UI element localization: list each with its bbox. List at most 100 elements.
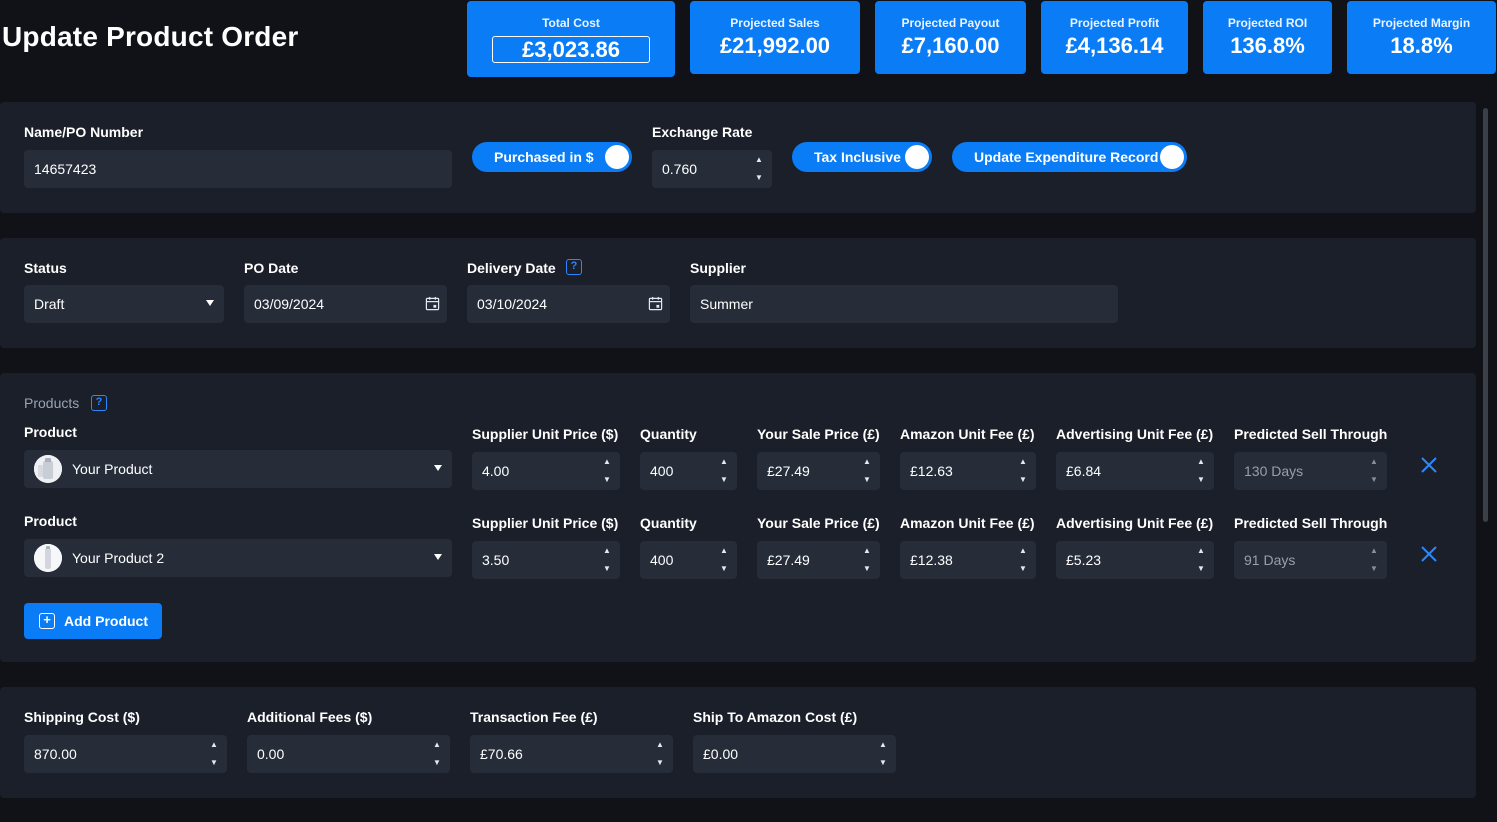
product-select[interactable]: Your Product 2 bbox=[24, 539, 452, 577]
kpi-value: 136.8% bbox=[1230, 33, 1305, 58]
name-po-input[interactable]: 14657423 bbox=[24, 150, 452, 188]
tax-inclusive-toggle[interactable]: Tax Inclusive bbox=[792, 142, 932, 172]
amazon-fee-input[interactable]: £12.38 ▲ ▼ bbox=[900, 541, 1036, 579]
transaction-fee-input[interactable]: £70.66 ▲ ▼ bbox=[470, 735, 673, 773]
products-card: Products ? Product Supplier Unit Price (… bbox=[0, 373, 1476, 662]
plus-icon: + bbox=[39, 613, 55, 629]
spinner-icon[interactable]: ▲ ▼ bbox=[1196, 458, 1206, 484]
transaction-fee-label: Transaction Fee (£) bbox=[470, 709, 598, 725]
supplier-unit-price-label: Supplier Unit Price ($) bbox=[472, 515, 619, 531]
spinner-icon[interactable]: ▲ ▼ bbox=[1018, 458, 1028, 484]
kpi-value: £3,023.86 bbox=[492, 35, 650, 63]
delivery-date-input[interactable]: 03/10/2024 bbox=[467, 285, 670, 323]
spinner-icon: ▲ ▼ bbox=[1370, 546, 1378, 573]
sell-through-input: 91 Days ▲ ▼ bbox=[1234, 541, 1387, 579]
spinner-icon[interactable]: ▲ ▼ bbox=[754, 156, 764, 182]
supplier-unit-price-label: Supplier Unit Price ($) bbox=[472, 426, 619, 442]
product-name: Your Product 2 bbox=[72, 550, 165, 566]
status-label: Status bbox=[24, 260, 67, 276]
field-value: £27.49 bbox=[767, 463, 810, 479]
details-card: Status Draft PO Date 03/09/2024 Delivery… bbox=[0, 238, 1476, 348]
kpi-value: 18.8% bbox=[1390, 33, 1453, 58]
quantity-label: Quantity bbox=[640, 515, 697, 531]
costs-card: Shipping Cost ($) 870.00 ▲ ▼ Additional F… bbox=[0, 687, 1476, 798]
shipping-cost-label: Shipping Cost ($) bbox=[24, 709, 140, 725]
purchased-in-usd-toggle[interactable]: Purchased in $ bbox=[472, 142, 632, 172]
kpi-label: Projected Payout bbox=[901, 16, 1000, 30]
close-icon[interactable] bbox=[1420, 545, 1438, 563]
field-value: 3.50 bbox=[482, 552, 510, 568]
sale-price-input[interactable]: £27.49 ▲ ▼ bbox=[757, 541, 880, 579]
ship-to-amazon-input[interactable]: £0.00 ▲ ▼ bbox=[693, 735, 896, 773]
sale-price-label: Your Sale Price (£) bbox=[757, 515, 880, 531]
spinner-icon[interactable]: ▲ ▼ bbox=[1196, 547, 1206, 573]
spinner-icon[interactable]: ▲ ▼ bbox=[432, 741, 442, 767]
quantity-input[interactable]: 400 ▲ ▼ bbox=[640, 452, 737, 490]
product-select[interactable]: Your Product bbox=[24, 450, 452, 488]
product-column-label: Product bbox=[24, 424, 77, 440]
po-date-input[interactable]: 03/09/2024 bbox=[244, 285, 447, 323]
spinner-icon[interactable]: ▲ ▼ bbox=[862, 547, 872, 573]
chevron-down-icon bbox=[434, 554, 442, 560]
calendar-icon[interactable] bbox=[425, 296, 440, 311]
order-card: Name/PO Number 14657423 Purchased in $ E… bbox=[0, 102, 1476, 213]
toggle-knob bbox=[905, 145, 929, 169]
advertising-fee-input[interactable]: £6.84 ▲ ▼ bbox=[1056, 452, 1214, 490]
field-value: 91 Days bbox=[1244, 552, 1296, 568]
kpi-projected-roi: Projected ROI 136.8% bbox=[1203, 1, 1332, 74]
spinner-icon[interactable]: ▲ ▼ bbox=[1018, 547, 1028, 573]
field-value: £0.00 bbox=[703, 746, 739, 762]
help-icon[interactable]: ? bbox=[91, 395, 107, 411]
amazon-fee-label: Amazon Unit Fee (£) bbox=[900, 515, 1035, 531]
advertising-fee-input[interactable]: £5.23 ▲ ▼ bbox=[1056, 541, 1214, 579]
calendar-icon[interactable] bbox=[648, 296, 663, 311]
sale-price-input[interactable]: £27.49 ▲ ▼ bbox=[757, 452, 880, 490]
supplier-unit-price-input[interactable]: 3.50 ▲ ▼ bbox=[472, 541, 620, 579]
supplier-input[interactable]: Summer bbox=[690, 285, 1118, 323]
supplier-label: Supplier bbox=[690, 260, 747, 276]
close-icon[interactable] bbox=[1420, 456, 1438, 474]
shipping-cost-input[interactable]: 870.00 ▲ ▼ bbox=[24, 735, 227, 773]
products-caption: Products bbox=[24, 395, 80, 411]
delivery-date-value: 03/10/2024 bbox=[477, 296, 548, 312]
kpi-label: Projected Margin bbox=[1372, 16, 1471, 30]
advertising-fee-label: Advertising Unit Fee (£) bbox=[1056, 426, 1214, 442]
kpi-projected-profit: Projected Profit £4,136.14 bbox=[1041, 1, 1188, 74]
spinner-icon[interactable]: ▲ ▼ bbox=[719, 547, 729, 573]
toggle-label: Tax Inclusive bbox=[814, 149, 901, 165]
chevron-down-icon bbox=[434, 465, 442, 471]
sale-price-label: Your Sale Price (£) bbox=[757, 426, 880, 442]
spinner-icon[interactable]: ▲ ▼ bbox=[602, 458, 612, 484]
update-expenditure-toggle[interactable]: Update Expenditure Record bbox=[952, 142, 1187, 172]
add-product-button[interactable]: + Add Product bbox=[24, 603, 162, 639]
toggle-knob bbox=[605, 145, 629, 169]
toggle-label: Update Expenditure Record bbox=[974, 149, 1159, 165]
exchange-rate-value: 0.760 bbox=[662, 161, 698, 177]
spinner-icon[interactable]: ▲ ▼ bbox=[719, 458, 729, 484]
sell-through-label: Predicted Sell Through bbox=[1234, 426, 1388, 442]
spinner-icon[interactable]: ▲ ▼ bbox=[209, 741, 219, 767]
sell-through-label: Predicted Sell Through bbox=[1234, 515, 1388, 531]
additional-fees-label: Additional Fees ($) bbox=[247, 709, 373, 725]
additional-fees-input[interactable]: 0.00 ▲ ▼ bbox=[247, 735, 450, 773]
chevron-down-icon bbox=[206, 300, 214, 306]
kpi-label: Projected Sales bbox=[730, 16, 820, 30]
supplier-unit-price-input[interactable]: 4.00 ▲ ▼ bbox=[472, 452, 620, 490]
field-value: £27.49 bbox=[767, 552, 810, 568]
product-thumbnail bbox=[34, 544, 62, 572]
spinner-icon[interactable]: ▲ ▼ bbox=[862, 458, 872, 484]
spinner-icon[interactable]: ▲ ▼ bbox=[602, 547, 612, 573]
page-title: Update Product Order bbox=[2, 21, 299, 52]
kpi-projected-sales: Projected Sales £21,992.00 bbox=[690, 1, 860, 74]
status-select[interactable]: Draft bbox=[24, 285, 224, 323]
ship-to-amazon-label: Ship To Amazon Cost (£) bbox=[693, 709, 858, 725]
spinner-icon[interactable]: ▲ ▼ bbox=[878, 741, 888, 767]
quantity-input[interactable]: 400 ▲ ▼ bbox=[640, 541, 737, 579]
exchange-rate-input[interactable]: 0.760 ▲ ▼ bbox=[652, 150, 772, 188]
help-icon[interactable]: ? bbox=[566, 259, 582, 275]
spinner-icon[interactable]: ▲ ▼ bbox=[655, 741, 665, 767]
kpi-projected-margin: Projected Margin 18.8% bbox=[1347, 1, 1496, 74]
vertical-scrollbar[interactable] bbox=[1483, 108, 1488, 522]
amazon-fee-input[interactable]: £12.63 ▲ ▼ bbox=[900, 452, 1036, 490]
amazon-fee-label: Amazon Unit Fee (£) bbox=[900, 426, 1035, 442]
